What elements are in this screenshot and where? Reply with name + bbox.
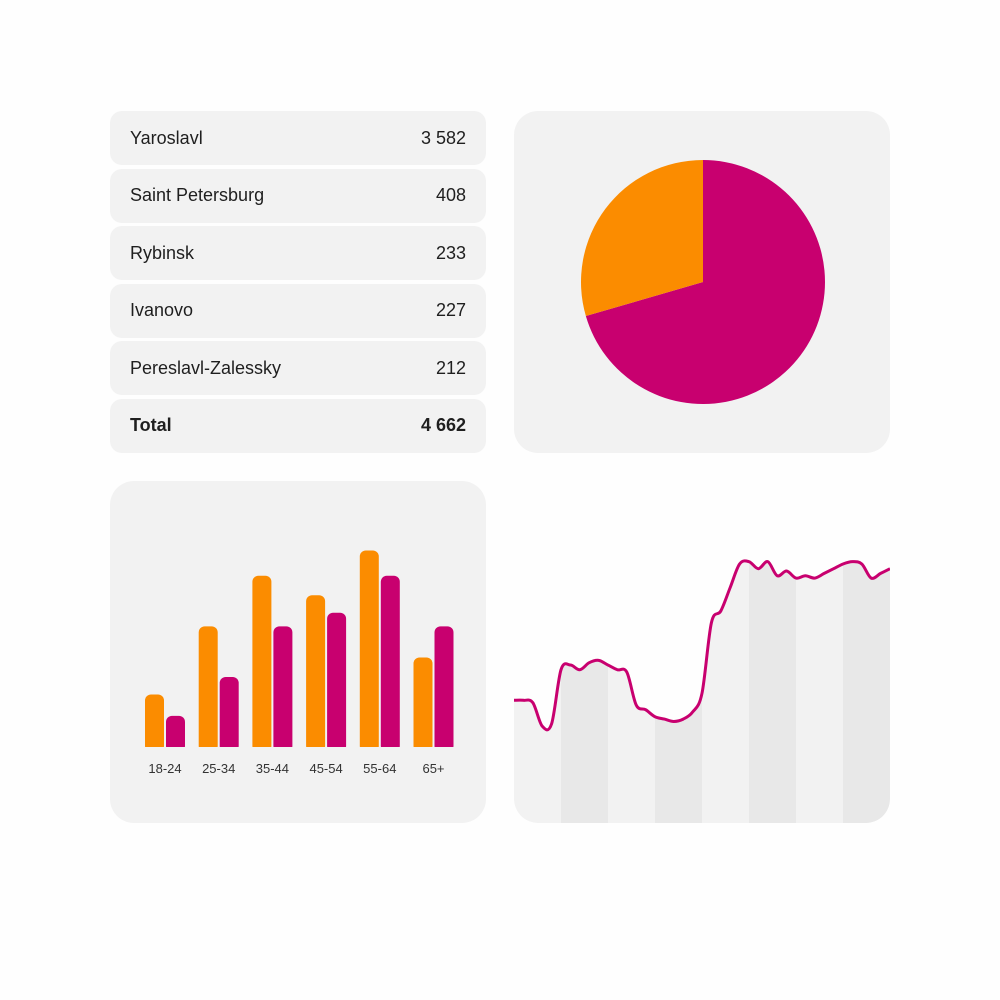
city-value: 3 582 — [420, 127, 466, 148]
bar-18-24-s0 — [145, 694, 164, 752]
line-stripe — [749, 560, 796, 823]
bar-65+-s1 — [434, 626, 454, 752]
bar-25-34-s0 — [198, 626, 218, 752]
x-tick-label: 45-54 — [309, 761, 342, 776]
bar-45-54-s0 — [306, 595, 326, 752]
pie-chart — [581, 160, 825, 405]
city-name: Pereslavl-Zalessky — [130, 357, 282, 378]
bar-base-mask — [304, 747, 349, 755]
city-value: 233 — [435, 242, 466, 263]
bar-65+-s0 — [413, 657, 433, 752]
city-value: 212 — [435, 357, 466, 378]
table-row: Yaroslavl 3 582 — [110, 111, 486, 165]
bar-25-34-s1 — [219, 676, 239, 752]
line-chart — [514, 559, 890, 823]
city-name: Yaroslavl — [130, 127, 203, 148]
line-stripe — [655, 560, 702, 823]
bar-55-64-s0 — [359, 550, 379, 752]
line-chart-card — [514, 481, 890, 823]
bar-45-54-s1 — [327, 612, 347, 752]
city-value: 408 — [435, 185, 466, 205]
x-tick-label: 35-44 — [256, 761, 289, 776]
pie-chart-card — [514, 111, 890, 453]
table-row: Rybinsk 233 — [110, 226, 486, 280]
bar-35-44-s0 — [252, 575, 272, 752]
bar-chart: 18-24 25-34 35-44 45-54 55-64 65+ — [143, 550, 456, 776]
total-label: Total — [130, 415, 172, 435]
bar-base-mask — [357, 747, 402, 755]
table-total-row: Total 4 662 — [110, 398, 486, 453]
line-stripe — [561, 560, 608, 823]
bar-18-24-s1 — [166, 715, 185, 752]
total-value: 4 662 — [420, 415, 466, 435]
bar-base-mask — [250, 747, 295, 755]
bar-base-mask — [411, 747, 456, 755]
city-name: Rybinsk — [130, 242, 195, 263]
table-row: Saint Petersburg 408 — [110, 168, 486, 223]
x-tick-label: 25-34 — [202, 761, 235, 776]
line-stripe — [843, 560, 890, 823]
city-name: Ivanovo — [130, 300, 194, 320]
bar-base-mask — [143, 747, 187, 755]
bar-55-64-s1 — [380, 575, 400, 752]
x-tick-label: 18-24 — [148, 761, 181, 776]
x-tick-label: 65+ — [422, 761, 444, 776]
bar-base-mask — [196, 747, 241, 755]
city-value: 227 — [435, 300, 466, 320]
x-tick-label: 55-64 — [363, 761, 396, 776]
city-name: Saint Petersburg — [130, 185, 265, 205]
table-row: Ivanovo 227 — [110, 283, 486, 338]
table-row: Pereslavl-Zalessky 212 — [110, 341, 486, 395]
bar-35-44-s1 — [273, 626, 293, 752]
bar-chart-card: 18-24 25-34 35-44 45-54 55-64 65+ — [110, 481, 486, 823]
city-table: Yaroslavl 3 582 Saint Petersburg 408 Rybinsk… — [110, 111, 486, 456]
